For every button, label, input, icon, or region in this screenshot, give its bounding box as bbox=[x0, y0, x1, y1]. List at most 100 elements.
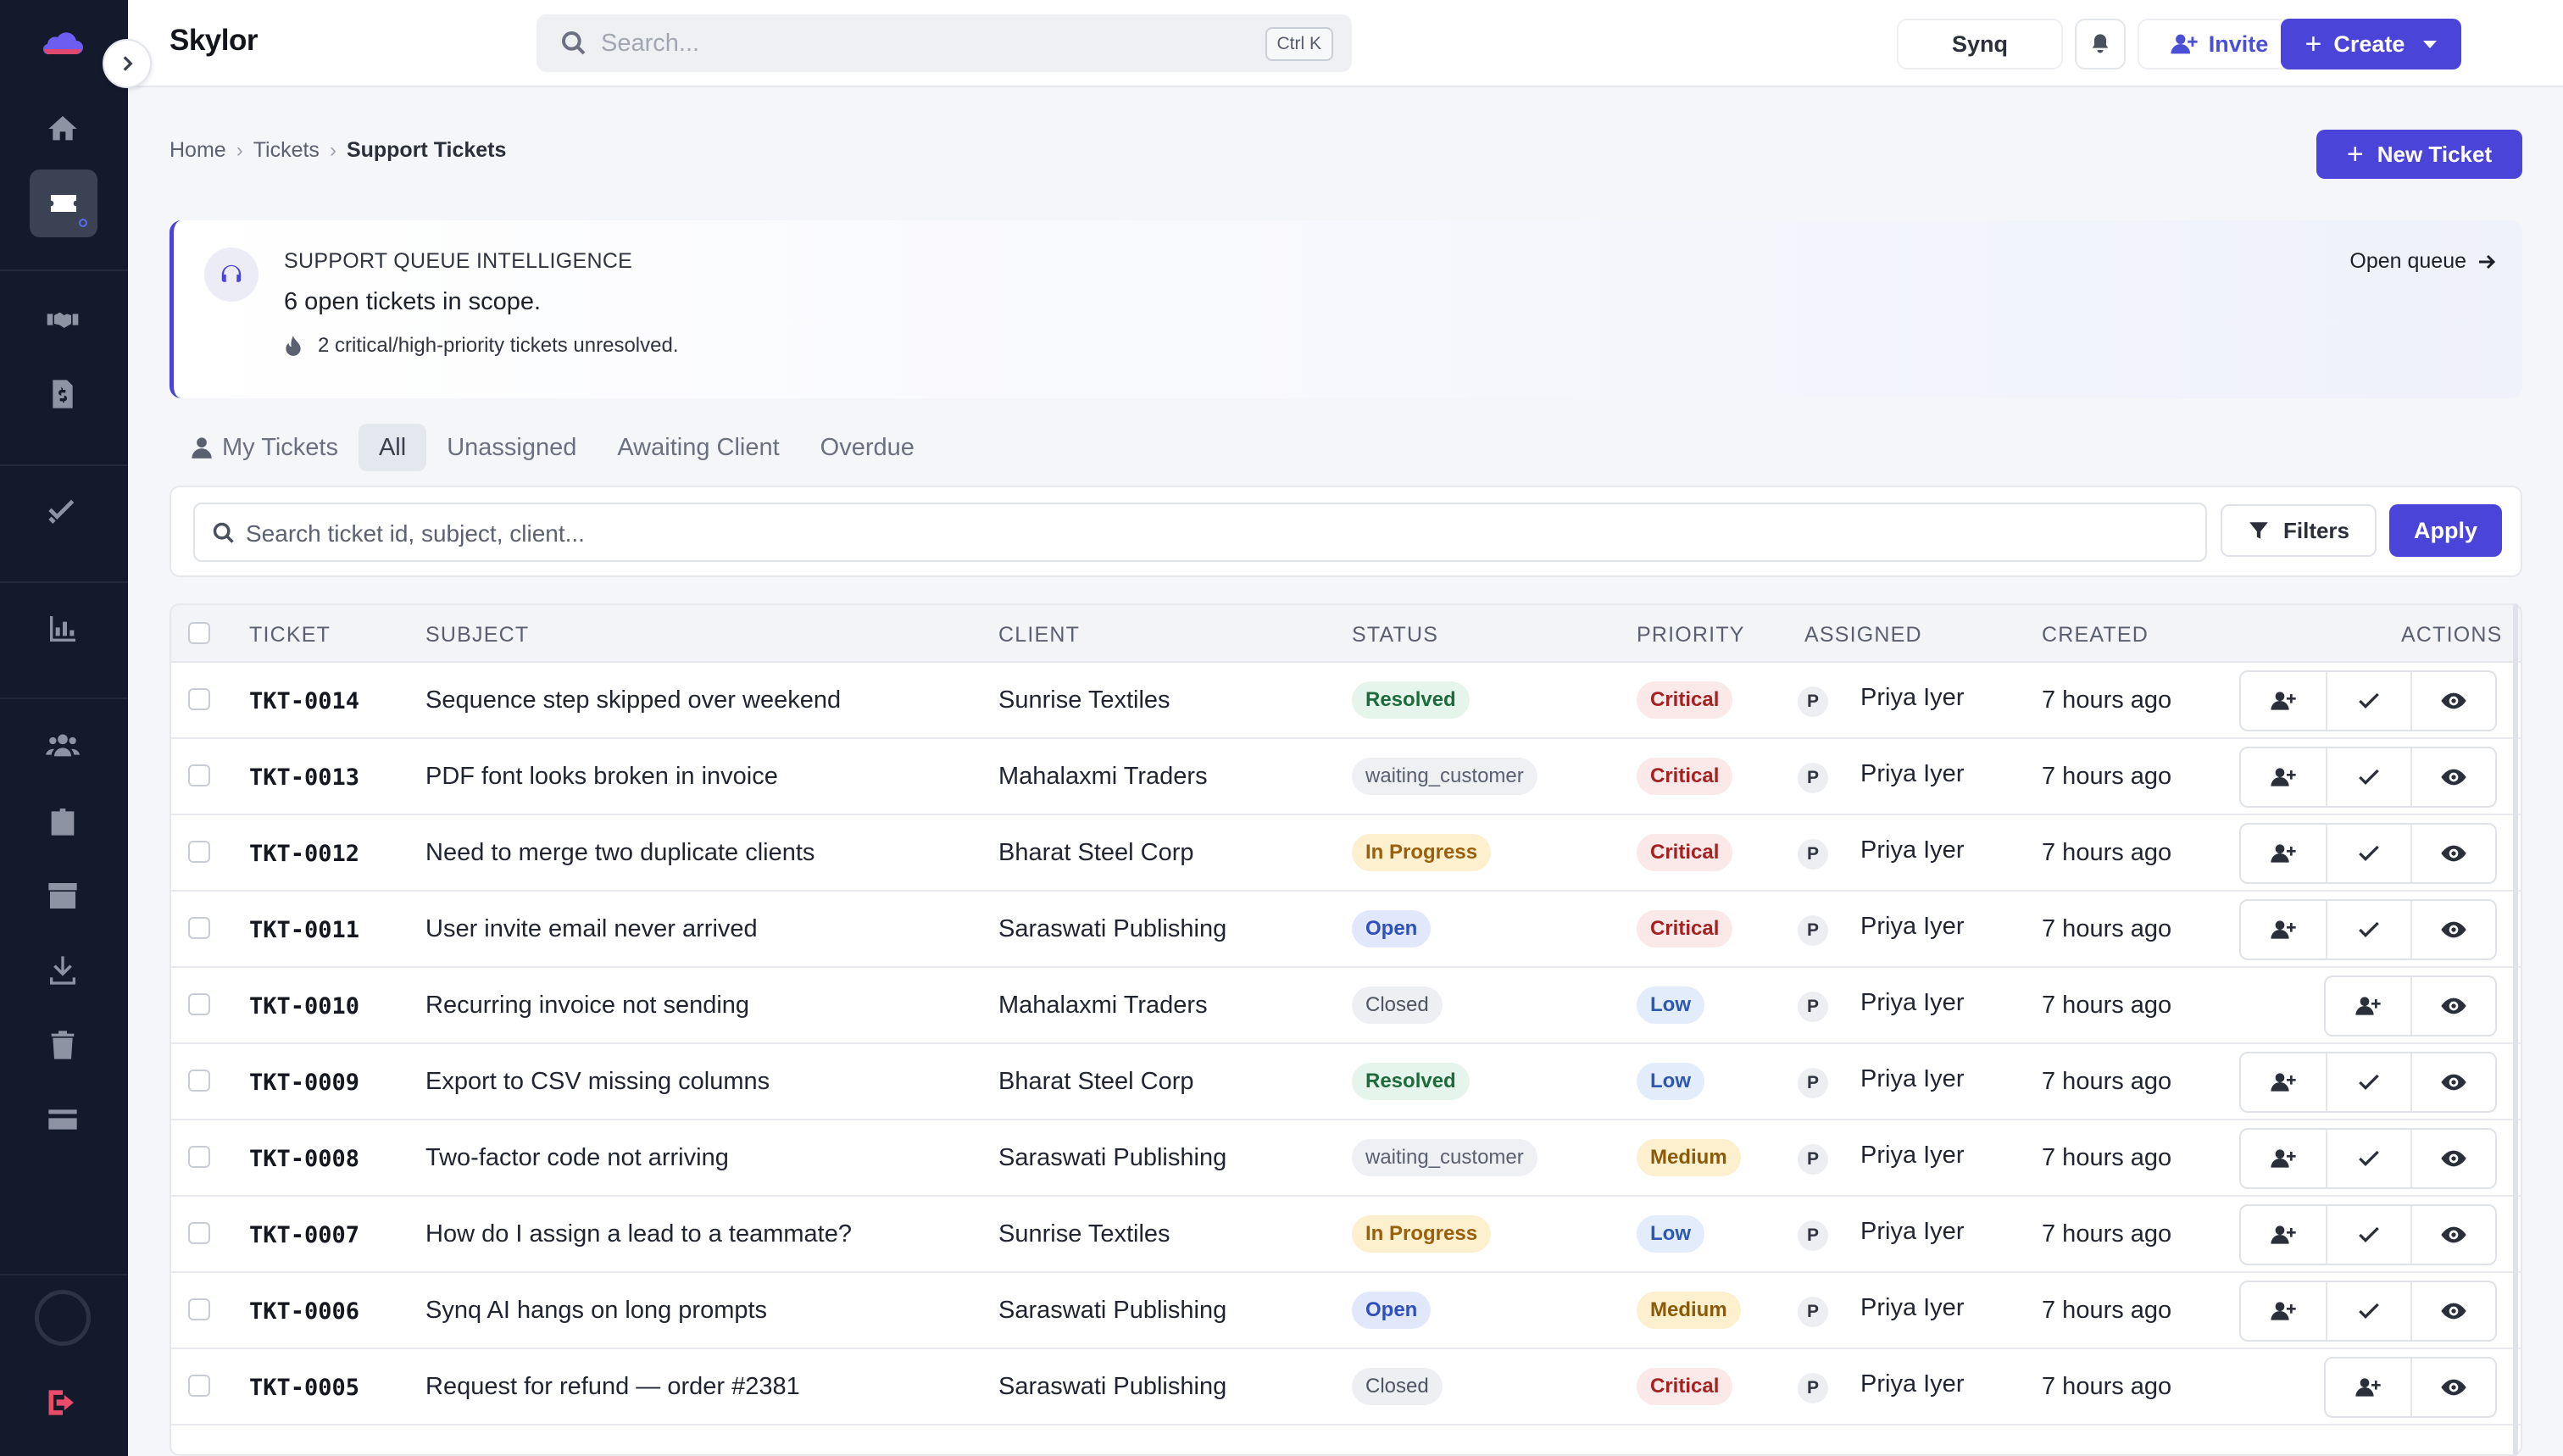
table-row[interactable]: TKT-0008 Two-factor code not arriving Sa… bbox=[171, 1120, 2521, 1197]
column-header-priority[interactable]: PRIORITY bbox=[1637, 623, 1745, 647]
resolve-button[interactable] bbox=[2326, 672, 2410, 730]
view-button[interactable] bbox=[2410, 748, 2495, 806]
ticket-subject[interactable]: Synq AI hangs on long prompts bbox=[425, 1297, 767, 1325]
view-button[interactable] bbox=[2410, 1053, 2495, 1111]
apply-button[interactable]: Apply bbox=[2389, 504, 2502, 557]
row-checkbox[interactable] bbox=[188, 688, 210, 710]
view-button[interactable] bbox=[2410, 1206, 2495, 1264]
row-checkbox[interactable] bbox=[188, 1146, 210, 1168]
resolve-button[interactable] bbox=[2326, 1282, 2410, 1340]
brand-name[interactable]: Skylor bbox=[170, 24, 259, 58]
assign-button[interactable] bbox=[2241, 825, 2326, 882]
ticket-subject[interactable]: Request for refund — order #2381 bbox=[425, 1373, 800, 1401]
view-button[interactable] bbox=[2410, 1359, 2495, 1416]
view-button[interactable] bbox=[2410, 1282, 2495, 1340]
table-row[interactable]: TKT-0013 PDF font looks broken in invoic… bbox=[171, 739, 2521, 815]
table-row[interactable]: TKT-0012 Need to merge two duplicate cli… bbox=[171, 815, 2521, 892]
ticket-id[interactable]: TKT-0008 bbox=[249, 1146, 359, 1172]
sidebar-item-reports[interactable] bbox=[38, 604, 87, 653]
ticket-id[interactable]: TKT-0012 bbox=[249, 841, 359, 867]
row-checkbox[interactable] bbox=[188, 841, 210, 863]
logout-button[interactable] bbox=[44, 1384, 81, 1421]
sidebar-item-tickets[interactable] bbox=[30, 169, 97, 237]
ticket-subject[interactable]: Need to merge two duplicate clients bbox=[425, 839, 814, 867]
ticket-subject[interactable]: Sequence step skipped over weekend bbox=[425, 686, 841, 714]
row-checkbox[interactable] bbox=[188, 1070, 210, 1092]
row-checkbox[interactable] bbox=[188, 993, 210, 1015]
sidebar-item-deals[interactable] bbox=[38, 295, 87, 344]
ticket-id[interactable]: TKT-0007 bbox=[249, 1222, 359, 1248]
sidebar-item-home[interactable] bbox=[38, 104, 87, 153]
assign-button[interactable] bbox=[2241, 1053, 2326, 1111]
ticket-subject[interactable]: Export to CSV missing columns bbox=[425, 1068, 770, 1096]
view-button[interactable] bbox=[2410, 672, 2495, 730]
tab-unassigned[interactable]: Unassigned bbox=[426, 424, 597, 471]
resolve-button[interactable] bbox=[2326, 1130, 2410, 1187]
resolve-button[interactable] bbox=[2326, 901, 2410, 959]
select-all-checkbox[interactable] bbox=[188, 622, 210, 644]
invite-button[interactable]: Invite bbox=[2138, 19, 2300, 69]
view-button[interactable] bbox=[2410, 977, 2495, 1035]
global-search-input[interactable]: Search... Ctrl K bbox=[537, 14, 1352, 72]
assign-button[interactable] bbox=[2241, 1206, 2326, 1264]
view-button[interactable] bbox=[2410, 825, 2495, 882]
resolve-button[interactable] bbox=[2326, 825, 2410, 882]
tab-overdue[interactable]: Overdue bbox=[800, 424, 935, 471]
column-header-assigned[interactable]: ASSIGNED bbox=[1804, 623, 1922, 647]
sidebar-item-team[interactable] bbox=[38, 720, 87, 770]
ticket-id[interactable]: TKT-0006 bbox=[249, 1298, 359, 1325]
column-header-ticket[interactable]: TICKET bbox=[249, 623, 331, 647]
breadcrumb-tickets[interactable]: Tickets bbox=[253, 138, 320, 163]
table-scrollbar[interactable] bbox=[2513, 603, 2518, 1456]
row-checkbox[interactable] bbox=[188, 917, 210, 939]
tab-my-tickets[interactable]: My Tickets bbox=[170, 424, 359, 471]
sidebar-item-tasks[interactable] bbox=[38, 486, 87, 536]
ticket-id[interactable]: TKT-0009 bbox=[249, 1070, 359, 1096]
assign-button[interactable] bbox=[2241, 1282, 2326, 1340]
new-ticket-button[interactable]: + New Ticket bbox=[2316, 130, 2522, 179]
row-checkbox[interactable] bbox=[188, 1222, 210, 1244]
table-row[interactable]: TKT-0011 User invite email never arrived… bbox=[171, 892, 2521, 968]
ticket-subject[interactable]: How do I assign a lead to a teammate? bbox=[425, 1220, 852, 1248]
ticket-subject[interactable]: User invite email never arrived bbox=[425, 915, 758, 943]
assign-button[interactable] bbox=[2241, 901, 2326, 959]
ticket-search-input[interactable]: Search ticket id, subject, client... bbox=[193, 503, 2207, 562]
table-row[interactable]: TKT-0010 Recurring invoice not sending M… bbox=[171, 968, 2521, 1044]
row-checkbox[interactable] bbox=[188, 1375, 210, 1397]
ticket-id[interactable]: TKT-0011 bbox=[249, 917, 359, 943]
sidebar-item-archive[interactable] bbox=[38, 871, 87, 920]
ticket-subject[interactable]: Recurring invoice not sending bbox=[425, 992, 749, 1020]
table-row[interactable]: TKT-0006 Synq AI hangs on long prompts S… bbox=[171, 1273, 2521, 1349]
sidebar-item-invoices[interactable] bbox=[38, 370, 87, 419]
breadcrumb-home[interactable]: Home bbox=[170, 138, 226, 163]
ticket-subject[interactable]: Two-factor code not arriving bbox=[425, 1144, 729, 1172]
column-header-client[interactable]: CLIENT bbox=[998, 623, 1080, 647]
row-checkbox[interactable] bbox=[188, 764, 210, 786]
assign-button[interactable] bbox=[2241, 1130, 2326, 1187]
resolve-button[interactable] bbox=[2326, 1053, 2410, 1111]
column-header-status[interactable]: STATUS bbox=[1352, 623, 1438, 647]
tab-awaiting-client[interactable]: Awaiting Client bbox=[597, 424, 799, 471]
sidebar-item-contacts[interactable] bbox=[38, 797, 87, 846]
filters-button[interactable]: Filters bbox=[2221, 504, 2377, 557]
ticket-subject[interactable]: PDF font looks broken in invoice bbox=[425, 763, 778, 791]
create-button[interactable]: + Create bbox=[2281, 19, 2461, 69]
sidebar-item-billing[interactable] bbox=[38, 1095, 87, 1144]
ticket-id[interactable]: TKT-0013 bbox=[249, 764, 359, 791]
column-header-created[interactable]: CREATED bbox=[2042, 623, 2149, 647]
assign-button[interactable] bbox=[2241, 672, 2326, 730]
ticket-id[interactable]: TKT-0014 bbox=[249, 688, 359, 714]
open-queue-link[interactable]: Open queue bbox=[2349, 249, 2497, 274]
sidebar-item-trash[interactable] bbox=[38, 1020, 87, 1070]
ticket-id[interactable]: TKT-0010 bbox=[249, 993, 359, 1020]
table-row[interactable]: TKT-0014 Sequence step skipped over week… bbox=[171, 663, 2521, 739]
cloud-logo-icon[interactable] bbox=[41, 31, 83, 56]
view-button[interactable] bbox=[2410, 1130, 2495, 1187]
resolve-button[interactable] bbox=[2326, 748, 2410, 806]
row-checkbox[interactable] bbox=[188, 1298, 210, 1320]
view-button[interactable] bbox=[2410, 901, 2495, 959]
resolve-button[interactable] bbox=[2326, 1206, 2410, 1264]
assign-button[interactable] bbox=[2326, 1359, 2410, 1416]
table-row[interactable]: TKT-0009 Export to CSV missing columns B… bbox=[171, 1044, 2521, 1120]
tab-all[interactable]: All bbox=[358, 424, 427, 471]
